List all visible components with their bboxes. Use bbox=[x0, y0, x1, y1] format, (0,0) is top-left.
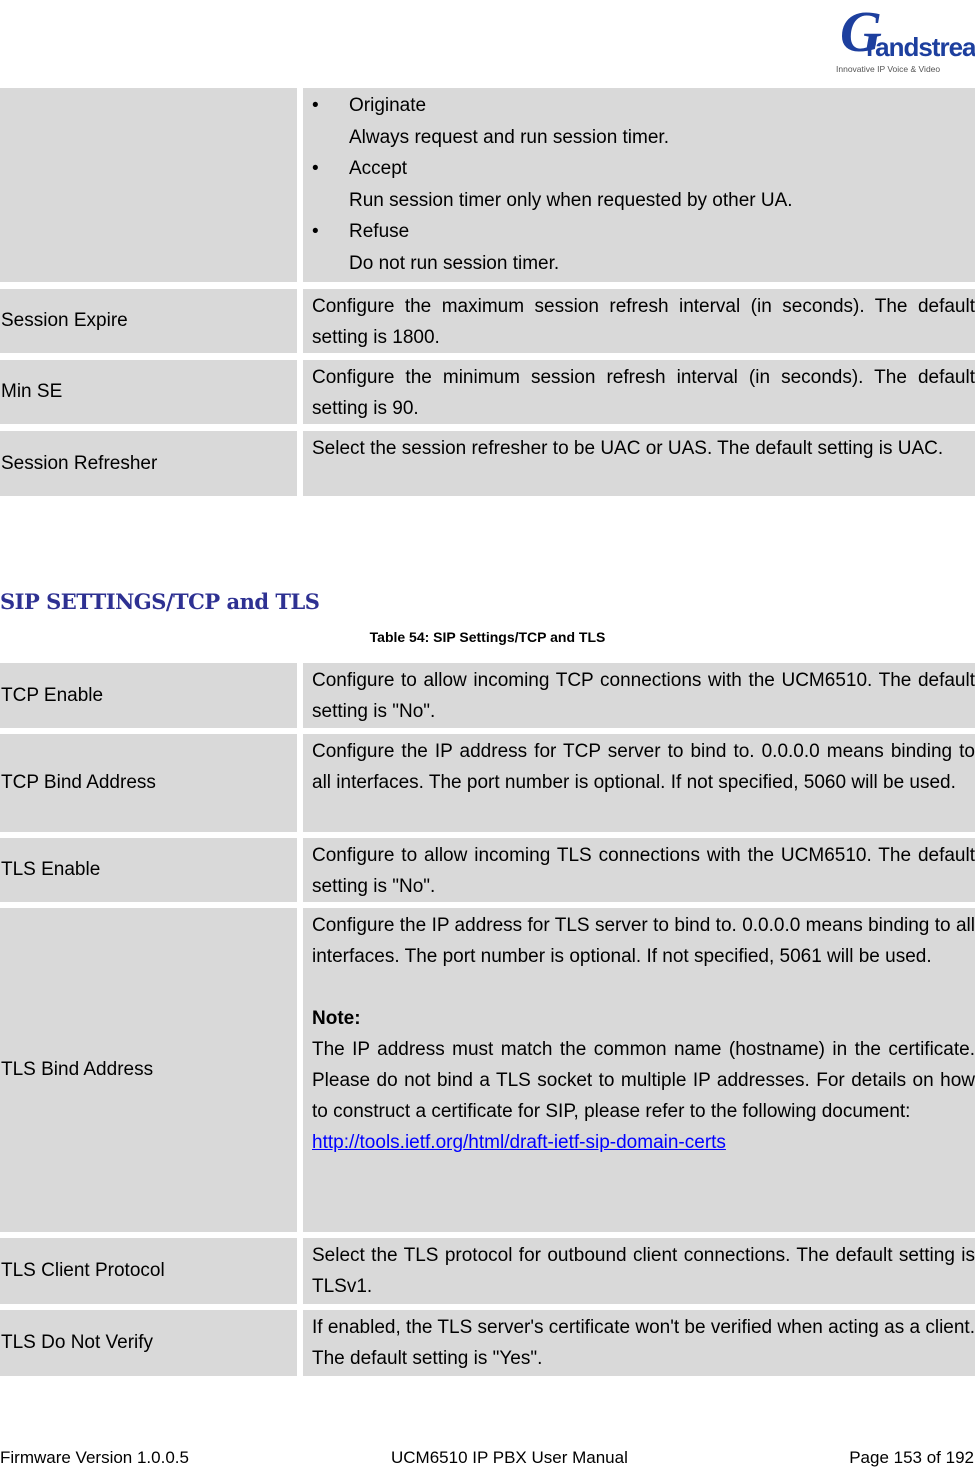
grandstream-logo: G randstream Innovative IP Voice & Video bbox=[826, 2, 975, 78]
param-desc-cell: Select the session refresher to be UAC o… bbox=[303, 431, 975, 496]
param-name-cell: TCP Enable bbox=[0, 663, 297, 728]
param-desc-cell: • Originate Always request and run sessi… bbox=[303, 88, 975, 282]
logo-wordmark: randstream bbox=[866, 32, 975, 62]
option-desc: Always request and run session timer. bbox=[349, 126, 669, 148]
param-name-cell: Session Expire bbox=[0, 289, 297, 353]
bullet-icon: • bbox=[312, 95, 319, 116]
param-desc-cell: If enabled, the TLS server's certificate… bbox=[303, 1310, 975, 1376]
param-name-cell: TLS Bind Address bbox=[0, 908, 297, 1232]
param-name-cell: TCP Bind Address bbox=[0, 734, 297, 832]
option-label: Accept bbox=[349, 158, 408, 179]
table-row: Session Refresher Select the session ref… bbox=[0, 431, 975, 496]
option-label: Originate bbox=[349, 95, 427, 116]
footer-firmware: Firmware Version 1.0.0.5 bbox=[0, 1448, 189, 1467]
ietf-cert-link[interactable]: http://tools.ietf.org/html/draft-ietf-si… bbox=[312, 1132, 726, 1153]
option-desc: Do not run session timer. bbox=[349, 252, 560, 274]
table-row: Min SE Configure the minimum session ref… bbox=[0, 360, 975, 424]
param-name-cell: Session Refresher bbox=[0, 431, 297, 496]
param-name-cell: Min SE bbox=[0, 360, 297, 424]
footer-manual-title: UCM6510 IP PBX User Manual bbox=[391, 1448, 628, 1467]
param-desc-cell: Select the TLS protocol for outbound cli… bbox=[303, 1238, 975, 1304]
table-row: • Originate Always request and run sessi… bbox=[0, 88, 975, 282]
logo-tagline: Innovative IP Voice & Video bbox=[836, 64, 941, 74]
table-row: TLS Enable Configure to allow incoming T… bbox=[0, 838, 975, 902]
bullet-icon: • bbox=[312, 221, 319, 242]
param-desc-cell: Configure the maximum session refresh in… bbox=[303, 289, 975, 353]
param-name-cell: TLS Enable bbox=[0, 838, 297, 902]
param-desc-cell: Configure the minimum session refresh in… bbox=[303, 360, 975, 424]
table-row: TCP Bind Address Configure the IP addres… bbox=[0, 734, 975, 832]
option-item: • Accept Run session timer only when req… bbox=[312, 153, 975, 216]
note-text: The IP address must match the common nam… bbox=[312, 1039, 975, 1122]
option-item: • Originate Always request and run sessi… bbox=[312, 90, 975, 153]
table-row: TLS Bind Address Configure the IP addres… bbox=[0, 908, 975, 1232]
option-label: Refuse bbox=[349, 221, 410, 242]
param-desc-cell: Configure the IP address for TLS server … bbox=[303, 908, 975, 1232]
footer-page-number: Page 153 of 192 bbox=[849, 1448, 974, 1467]
param-desc: Configure the IP address for TLS server … bbox=[312, 915, 975, 967]
param-name-cell: TLS Do Not Verify bbox=[0, 1310, 297, 1376]
param-desc-cell: Configure to allow incoming TLS connecti… bbox=[303, 838, 975, 902]
bullet-icon: • bbox=[312, 158, 319, 179]
option-item: • Refuse Do not run session timer. bbox=[312, 216, 975, 279]
param-desc-cell: Configure to allow incoming TCP connecti… bbox=[303, 663, 975, 728]
note-label: Note: bbox=[312, 1008, 361, 1029]
table-row: TLS Client Protocol Select the TLS proto… bbox=[0, 1238, 975, 1304]
param-desc-cell: Configure the IP address for TCP server … bbox=[303, 734, 975, 832]
table-row: TCP Enable Configure to allow incoming T… bbox=[0, 663, 975, 728]
param-name-cell: TLS Client Protocol bbox=[0, 1238, 297, 1304]
param-name-cell bbox=[0, 88, 297, 282]
section-heading: SIP SETTINGS/TCP and TLS bbox=[0, 589, 320, 614]
option-desc: Run session timer only when requested by… bbox=[349, 189, 793, 211]
table-caption: Table 54: SIP Settings/TCP and TLS bbox=[369, 629, 606, 645]
table-row: TLS Do Not Verify If enabled, the TLS se… bbox=[0, 1310, 975, 1376]
table-row: Session Expire Configure the maximum ses… bbox=[0, 289, 975, 353]
